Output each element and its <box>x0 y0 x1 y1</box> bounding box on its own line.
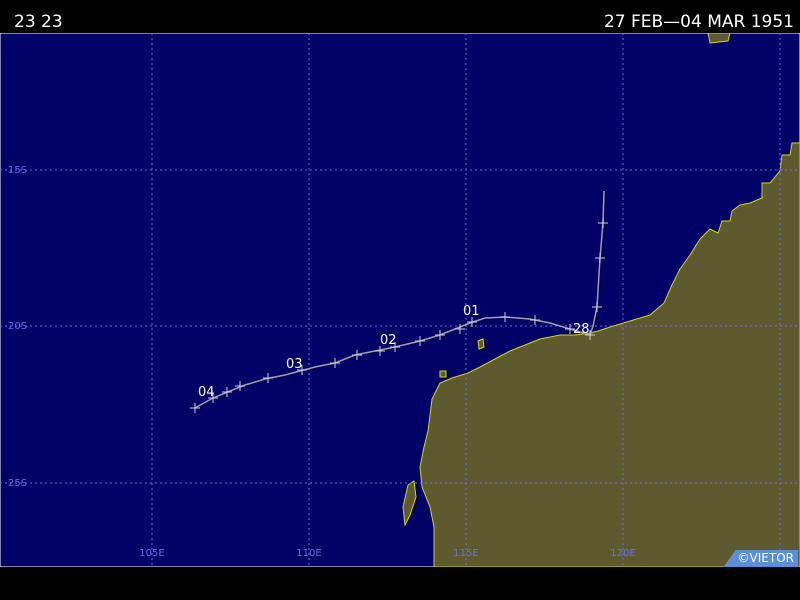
day-label-04: 04 <box>198 385 215 400</box>
day-label-03: 03 <box>286 357 303 372</box>
date-range: 27 FEB—04 MAR 1951 <box>603 12 794 32</box>
island-northeast <box>707 33 731 44</box>
day-label-28: 28 <box>573 322 590 337</box>
storm-id: 23 23 <box>14 12 63 32</box>
lat-label-25s: 25S <box>8 478 27 489</box>
lat-label-20s: 20S <box>8 321 27 332</box>
map-canvas: 28 01 02 03 04 15S 20S 25S 105E 110E 115… <box>0 33 800 567</box>
lat-label-15s: 15S <box>8 165 27 176</box>
island-small <box>439 370 447 378</box>
credit-badge: ©VIETOR <box>723 550 798 567</box>
day-label-02: 02 <box>380 333 397 348</box>
lon-label-105e: 105E <box>139 548 164 559</box>
lon-label-120e: 120E <box>610 548 635 559</box>
lon-label-115e: 115E <box>453 548 478 559</box>
day-label-01: 01 <box>463 304 480 319</box>
lon-label-110e: 110E <box>296 548 321 559</box>
island-barrow <box>477 338 485 350</box>
